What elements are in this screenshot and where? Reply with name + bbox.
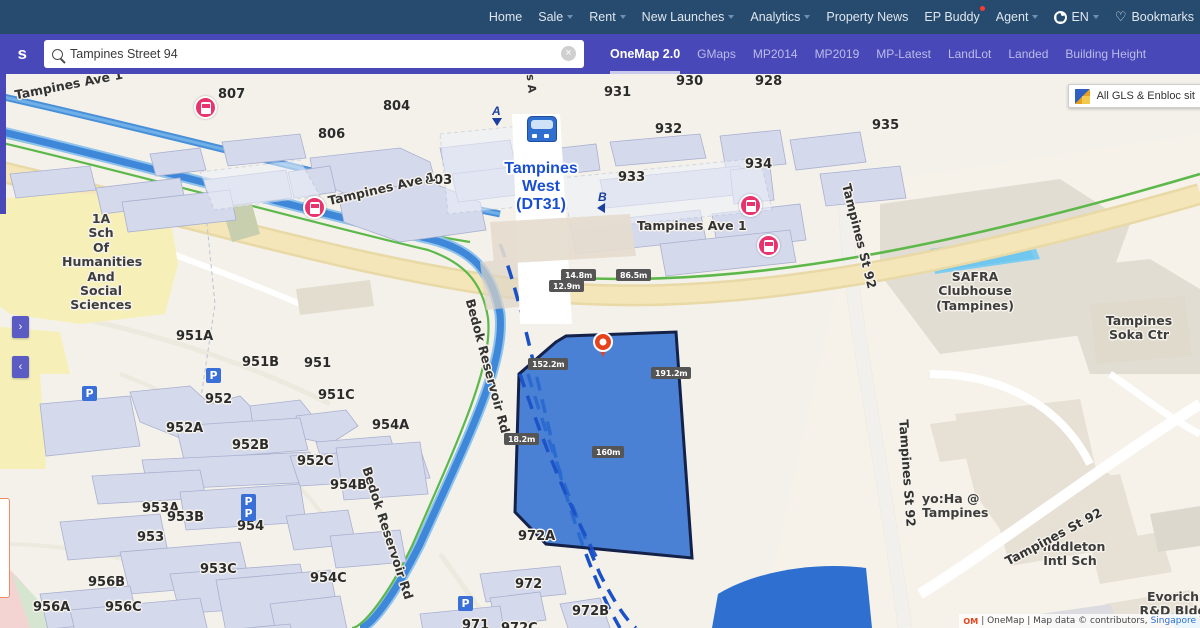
search-icon — [52, 48, 63, 60]
chevron-down-icon — [728, 15, 735, 19]
onemap-logo: OM — [963, 616, 979, 626]
mrt-station-label: Tampines West (DT31) — [504, 160, 578, 213]
tab-landed[interactable]: Landed — [1008, 34, 1048, 74]
nav-label: Rent — [589, 10, 616, 24]
bus-stop-icon[interactable] — [303, 196, 326, 219]
chevron-down-icon — [804, 15, 811, 19]
dimension-label: 12.9m — [549, 280, 585, 292]
dimension-label: 191.2m — [651, 367, 692, 379]
dimension-label: 160m — [592, 446, 625, 458]
globe-icon — [1054, 10, 1068, 24]
language-selector[interactable]: EN — [1054, 10, 1099, 24]
search-input[interactable]: Tampines Street 94 × — [44, 40, 584, 68]
map-canvas[interactable]: 1A Sch Of Humanities And Social Sciences SAFRA… — [0, 74, 1200, 628]
chevron-down-icon — [619, 15, 626, 19]
clear-search-button[interactable]: × — [561, 46, 576, 61]
exit-arrow-icon — [597, 203, 605, 213]
pin-head — [593, 332, 613, 352]
tab-onemap-2-0[interactable]: OneMap 2.0 — [610, 34, 681, 74]
nav-label: New Launches — [641, 10, 725, 24]
location-marker-pin[interactable] — [593, 332, 613, 360]
mrt-exit-a-label: A — [492, 104, 501, 118]
nav-item-ep-buddy[interactable]: EP Buddy — [924, 6, 985, 24]
tab-mp-latest[interactable]: MP-Latest — [876, 34, 931, 74]
exit-arrow-icon — [492, 118, 502, 126]
brand-logo[interactable]: s — [0, 44, 44, 64]
nav-label: Bookmarks — [1131, 10, 1194, 24]
map-layer-tabs: OneMap 2.0 GMaps MP2014 MP2019 MP-Latest… — [610, 34, 1163, 74]
nav-item-home[interactable]: Home — [489, 10, 522, 24]
map-attribution: OM | OneMap | Map data © contributors, S… — [959, 614, 1200, 628]
nav-item-new-launches[interactable]: New Launches — [642, 10, 735, 24]
bus-stop-icon[interactable] — [194, 96, 217, 119]
bus-stop-icon[interactable] — [739, 194, 762, 217]
attribution-link[interactable]: Singapore — [1151, 616, 1196, 626]
mrt-train-icon — [527, 116, 557, 142]
chevron-down-icon — [1032, 15, 1039, 19]
nav-label: EP Buddy — [924, 10, 980, 24]
chevron-down-icon — [567, 15, 574, 19]
nav-label: Property News — [826, 10, 909, 24]
language-label: EN — [1071, 10, 1089, 24]
dimension-label: 18.2m — [504, 433, 540, 445]
notification-dot-badge — [979, 6, 985, 11]
nav-item-analytics[interactable]: Analytics — [750, 10, 811, 24]
dimension-label: 152.2m — [528, 358, 569, 370]
parking-icon: P — [206, 368, 221, 383]
layer-swatch-icon — [1074, 88, 1090, 104]
tab-building-height[interactable]: Building Height — [1065, 34, 1146, 74]
mrt-exit-b-label: B — [598, 190, 607, 204]
dimension-label: 86.5m — [616, 269, 652, 281]
bus-stop-icon[interactable] — [757, 234, 780, 257]
collapse-panel-button[interactable]: ‹ — [12, 356, 29, 378]
attribution-text: | OneMap | Map data © contributors, — [981, 616, 1148, 626]
heart-icon: ♡ — [1114, 9, 1127, 24]
search-input-value: Tampines Street 94 — [70, 47, 178, 61]
expand-panel-button[interactable]: › — [12, 316, 29, 338]
nav-item-property-news[interactable]: Property News — [826, 10, 908, 24]
nav-item-agent[interactable]: Agent — [996, 10, 1039, 24]
nav-label: Sale — [538, 10, 564, 24]
parking-icon: P — [241, 506, 256, 521]
tab-landlot[interactable]: LandLot — [948, 34, 991, 74]
parking-icon: P — [82, 386, 97, 401]
highlighted-side-panel[interactable] — [0, 498, 10, 598]
parking-icon: P — [458, 596, 473, 611]
nav-label: Home — [488, 10, 523, 24]
nav-label: Agent — [995, 10, 1029, 24]
left-panel-strip — [0, 74, 6, 214]
nav-label: Analytics — [750, 10, 801, 24]
nav-item-rent[interactable]: Rent — [589, 10, 626, 24]
top-navigation-bar: Home Sale Rent New Launches Analytics Pr… — [0, 0, 1200, 34]
tab-mp2014[interactable]: MP2014 — [753, 34, 798, 74]
gls-enbloc-layer-panel[interactable]: All GLS & Enbloc sit — [1067, 84, 1200, 108]
tab-gmaps[interactable]: GMaps — [697, 34, 736, 74]
nav-item-bookmarks[interactable]: ♡ Bookmarks — [1115, 9, 1194, 25]
chevron-down-icon — [1092, 15, 1099, 19]
search-toolbar: s Tampines Street 94 × OneMap 2.0 GMaps … — [0, 34, 1200, 74]
nav-item-sale[interactable]: Sale — [538, 10, 574, 24]
gls-layer-label: All GLS & Enbloc sit — [1096, 90, 1195, 102]
tab-mp2019[interactable]: MP2019 — [815, 34, 860, 74]
